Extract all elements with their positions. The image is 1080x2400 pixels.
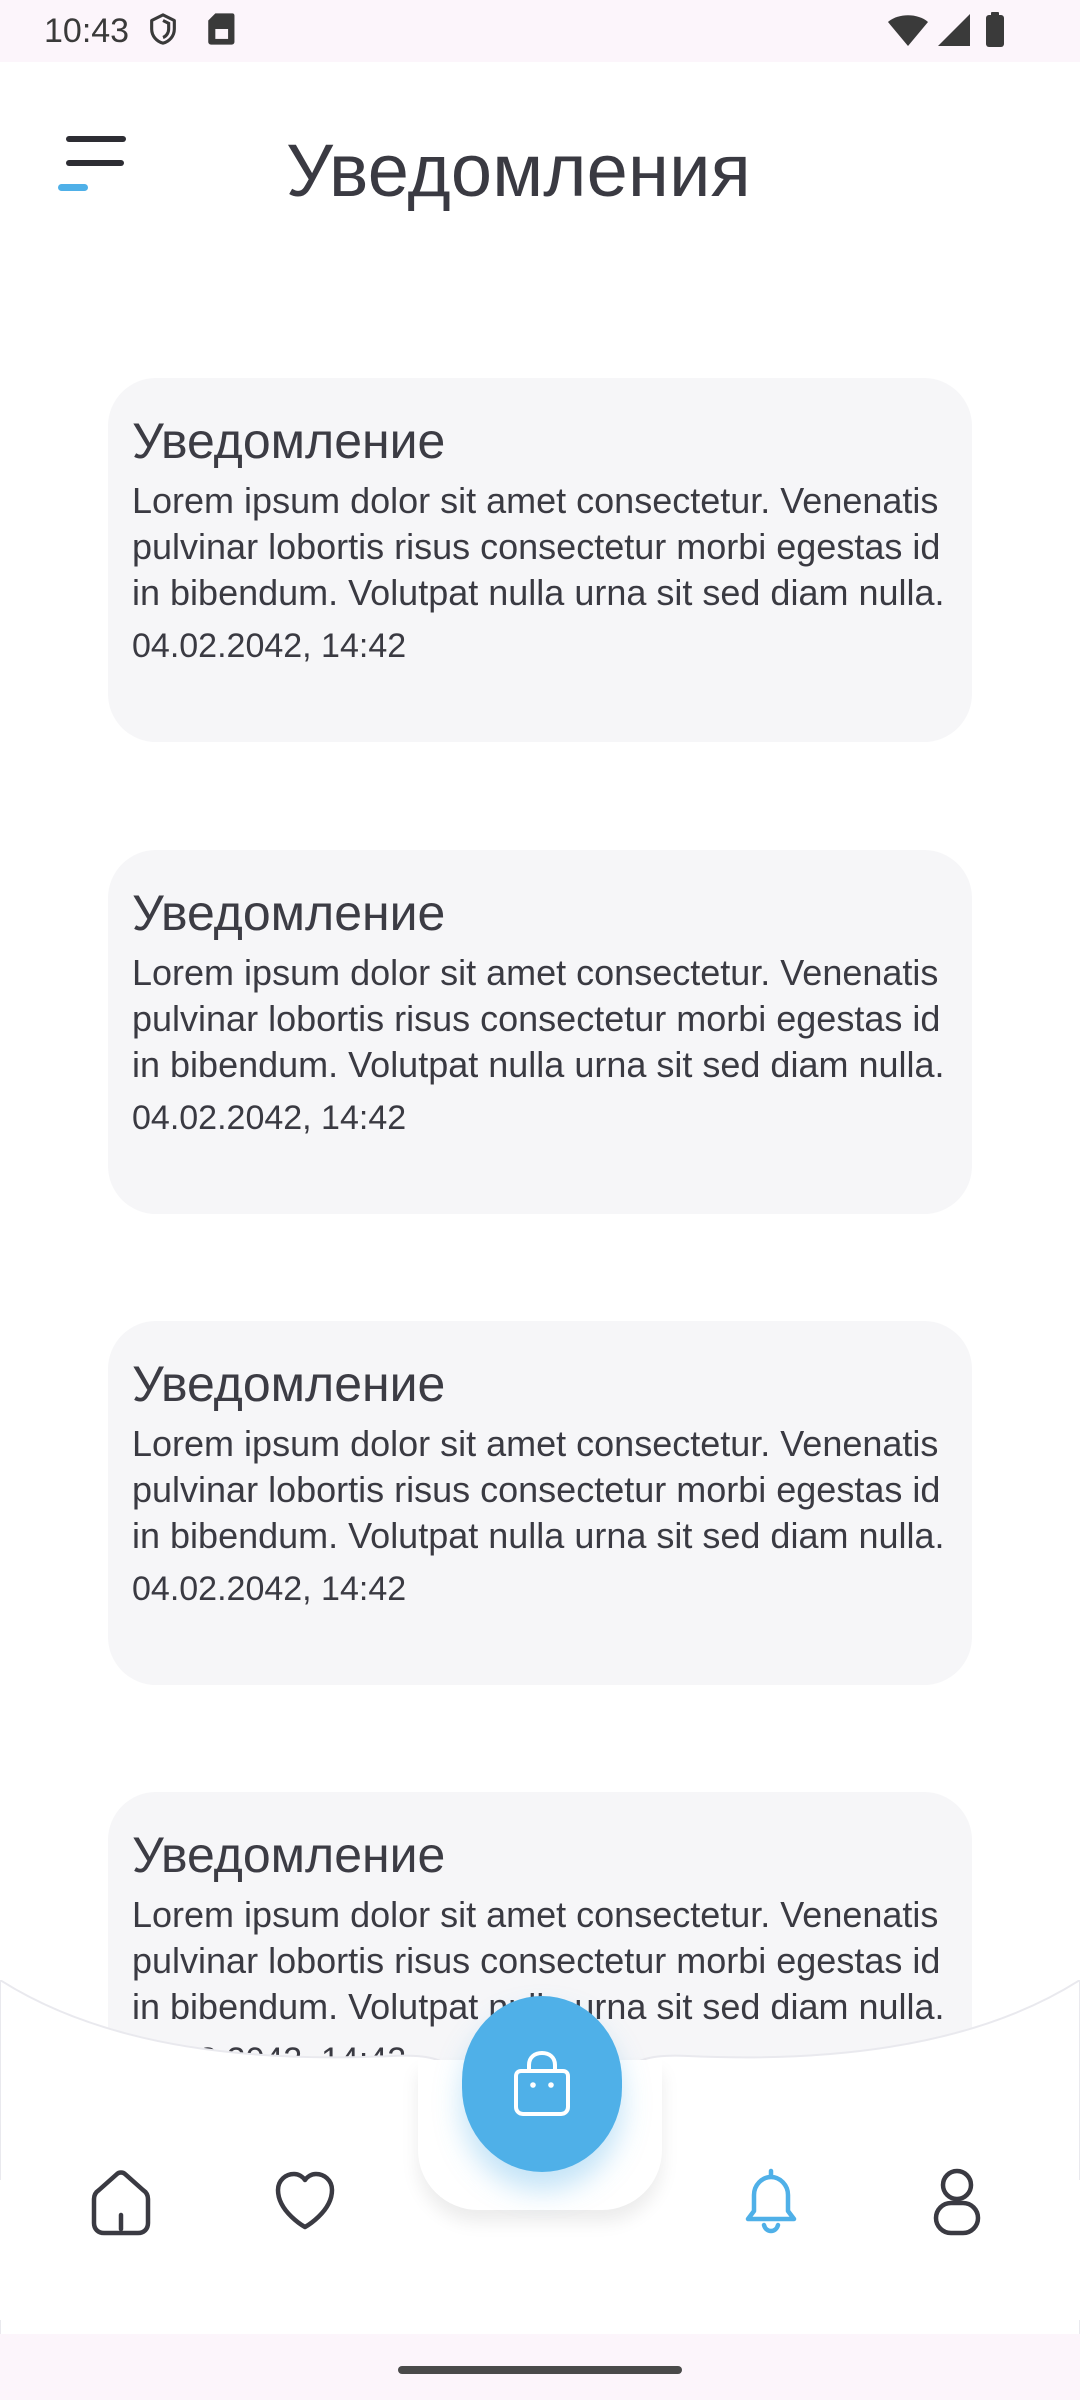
notification-body: Lorem ipsum dolor sit amet consectetur. … [132, 952, 945, 1085]
notification-card[interactable]: Уведомление Lorem ipsum dolor sit amet c… [108, 1321, 972, 1685]
notification-body: Lorem ipsum dolor sit amet consectetur. … [132, 480, 945, 613]
notification-title: Уведомление [132, 1827, 446, 1883]
notification-date: 04.02.2042, 14:42 [132, 1570, 407, 1608]
notification-card[interactable]: Уведомление Lorem ipsum dolor sit amet c… [108, 378, 972, 742]
cart-fab-button[interactable] [462, 1996, 622, 2172]
bell-icon [745, 2168, 797, 2234]
nav-item-home[interactable] [80, 2160, 162, 2242]
notification-title: Уведомление [132, 1356, 446, 1412]
home-icon [91, 2170, 151, 2236]
heart-icon [275, 2171, 335, 2230]
bag-icon [514, 2050, 570, 2116]
gesture-bar[interactable] [398, 2366, 682, 2374]
notification-card[interactable]: Уведомление Lorem ipsum dolor sit amet c… [108, 850, 972, 1214]
notification-date: 04.02.2042, 14:42 [132, 1099, 407, 1137]
notification-title: Уведомление [132, 885, 446, 941]
nav-item-profile[interactable] [916, 2160, 998, 2242]
nav-item-notifications[interactable] [730, 2160, 812, 2242]
notification-body: Lorem ipsum dolor sit amet consectetur. … [132, 1423, 945, 1556]
notification-title: Уведомление [132, 413, 446, 469]
profile-icon [933, 2168, 981, 2236]
nav-item-favorites[interactable] [264, 2160, 346, 2242]
notification-date: 04.02.2042, 14:42 [132, 627, 407, 665]
